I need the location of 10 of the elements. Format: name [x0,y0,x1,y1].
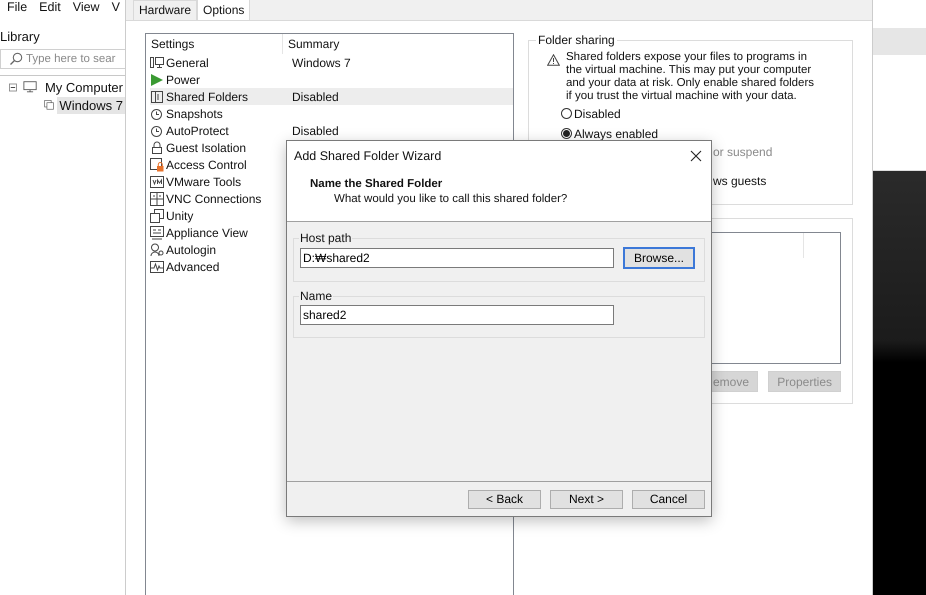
group-title: Folder sharing [537,33,616,47]
dialog-title: Add Shared Folder Wizard [294,148,442,162]
option-label: or suspend [713,145,774,159]
step-description: What would you like to call this shared folder? [334,193,568,205]
option-label: ws guests [713,174,768,188]
library-title: Library [0,29,41,46]
warning-text: Shared folders expose your files to programs in the virtual machine. This may put your computer and your data at risk. Only enable shared folders if you trust the virtual machine with your data. [566,51,816,103]
step-heading: Name the Shared Folder [310,178,444,190]
group-title: Name [299,289,334,303]
group-title: Host path [299,231,352,245]
